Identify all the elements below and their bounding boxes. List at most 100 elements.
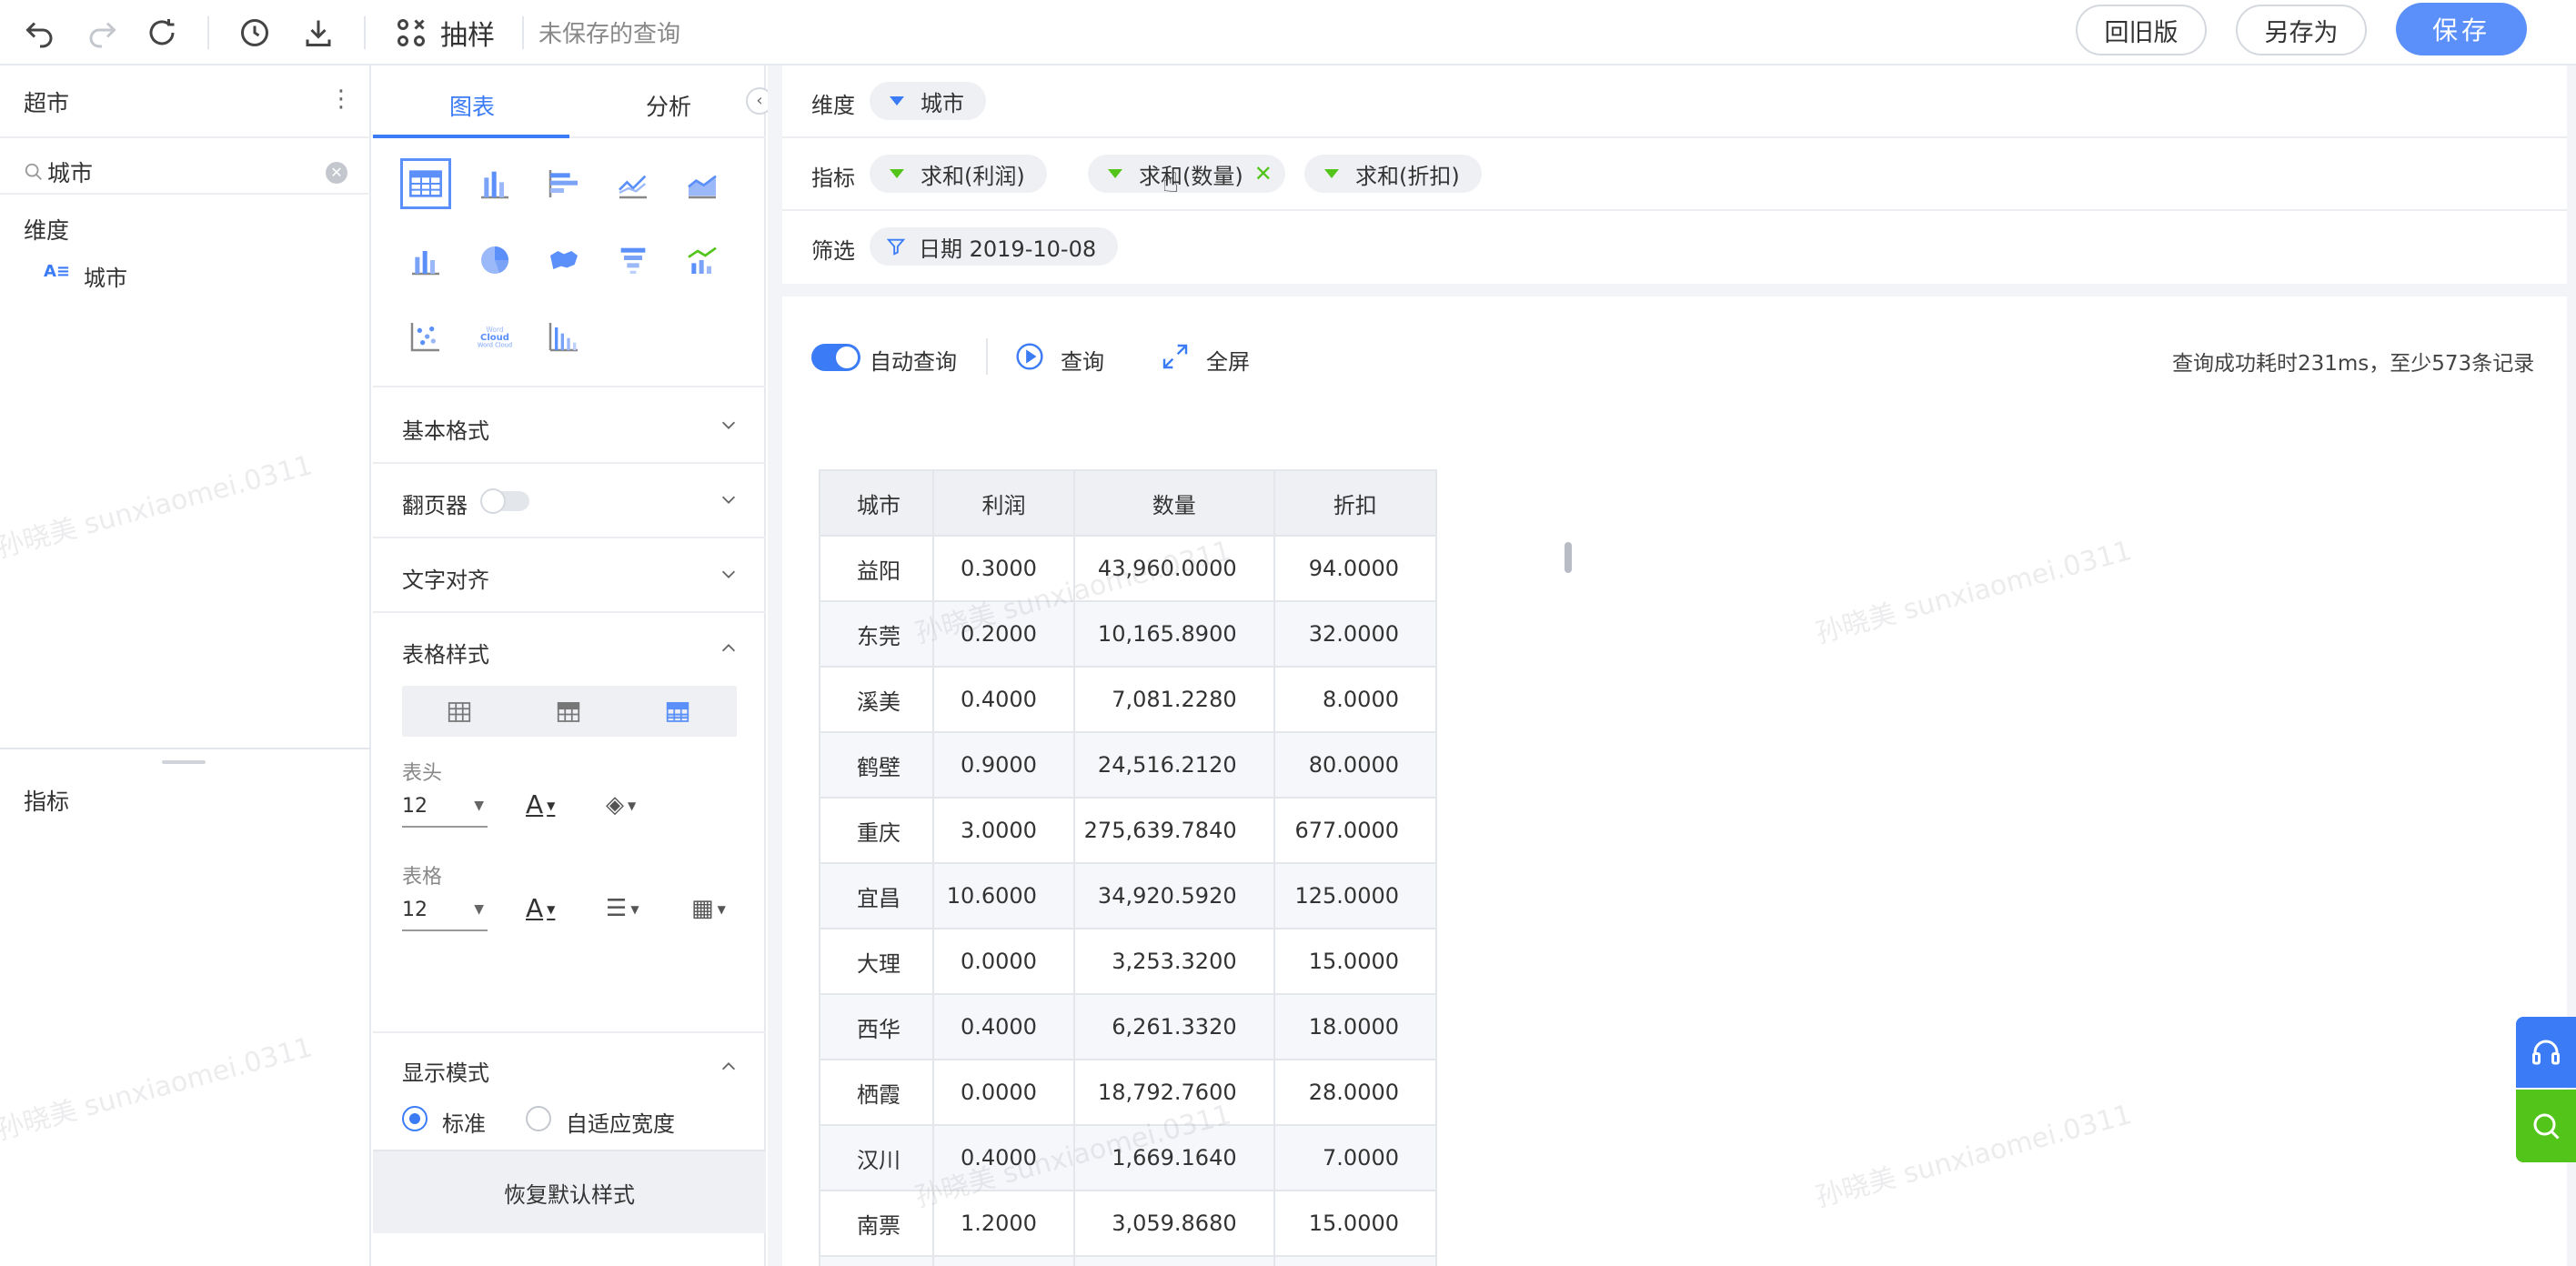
header-font-size-select[interactable]: 12 ▼ [402, 795, 488, 828]
text-align-section[interactable]: 文字对齐 [373, 537, 766, 611]
search-input[interactable] [47, 156, 311, 187]
chevron-down-icon [721, 496, 736, 504]
column-header[interactable]: 折扣 [1273, 469, 1437, 537]
column-header[interactable]: 城市 [819, 469, 935, 537]
fullscreen-button[interactable]: 全屏 [1206, 344, 1250, 376]
table-row: 鹤壁 0.9000 24,516.2120 80.0000 [819, 731, 1437, 799]
chart-map-icon[interactable] [538, 235, 589, 286]
table-row: 溪美 0.4000 7,081.2280 8.0000 [819, 666, 1437, 733]
table-cell: 7.0000 [1273, 1124, 1437, 1191]
mode-adaptive-radio[interactable] [526, 1106, 551, 1131]
dimension-pill[interactable]: 城市 [870, 82, 986, 120]
chevron-down-icon [721, 570, 736, 578]
display-mode-label: 显示模式 [402, 1060, 489, 1086]
chart-line-icon[interactable] [608, 158, 659, 209]
grid-font-size-select[interactable]: 12 ▼ [402, 899, 488, 931]
save-as-button[interactable]: 另存为 [2236, 5, 2367, 55]
grid-font-color-icon[interactable]: A ▼ [526, 893, 555, 923]
table-row: 襄城0.600014,704.634037.0000 [819, 1255, 1437, 1266]
table-cell: 重庆 [819, 797, 935, 864]
table-scrollbar[interactable] [1565, 542, 1572, 573]
table-cell: 0.0000 [932, 928, 1075, 995]
filter-pill[interactable]: 日期 2019-10-08 [870, 227, 1119, 266]
grid-border-icon[interactable]: ▦ ▼ [691, 895, 726, 922]
play-icon[interactable] [1015, 342, 1044, 371]
tab-analysis[interactable]: 分析 [646, 89, 691, 122]
basic-format-section[interactable]: 基本格式 [373, 386, 766, 462]
auto-query-toggle[interactable] [811, 344, 860, 371]
save-button[interactable]: 保存 [2396, 3, 2527, 55]
table-cell: 37.0000 [1273, 1255, 1437, 1266]
table-cell: 溪美 [819, 666, 935, 733]
table-row: 重庆 3.0000 275,639.7840 677.0000 [819, 797, 1437, 864]
table-cell: 0.6000 [932, 1255, 1075, 1266]
history-icon[interactable] [233, 11, 277, 55]
metric-pill[interactable]: 求和(数量) ✕ [1088, 155, 1285, 193]
clear-icon[interactable]: ✕ [326, 162, 347, 184]
revert-button[interactable]: 回旧版 [2076, 5, 2207, 55]
fullscreen-icon[interactable] [1161, 342, 1190, 371]
metric-shelf-label: 指标 [811, 166, 855, 191]
redo-icon[interactable] [80, 11, 124, 55]
filter-shelf-label: 筛选 [811, 238, 855, 264]
auto-query-label: 自动查询 [870, 349, 957, 375]
table-cell: 襄城 [819, 1255, 935, 1266]
query-name: 未保存的查询 [538, 21, 681, 48]
field-search[interactable]: ✕ [24, 153, 351, 193]
pager-section[interactable]: 翻页器 [373, 462, 766, 537]
chevron-up-icon[interactable] [719, 1057, 739, 1077]
reset-style-button[interactable]: 恢复默认样式 [373, 1150, 766, 1233]
more-icon[interactable]: ⋮ [329, 85, 353, 113]
chart-hbar-icon[interactable] [538, 158, 589, 209]
mode-standard-label: 标准 [442, 1111, 486, 1137]
metric-shelf: 指标 求和(利润) 求和(数量) ✕ 求和(折扣) ☝ [782, 138, 2567, 211]
tab-chart[interactable]: 图表 [449, 89, 495, 122]
chart-indicator-icon[interactable] [677, 235, 728, 286]
table-cell: 10.6000 [932, 862, 1075, 929]
pager-label: 翻页器 [402, 493, 468, 518]
table-style-striped-icon[interactable] [664, 698, 691, 726]
table-style-header-icon[interactable] [555, 698, 582, 726]
dimension-field-city[interactable]: 城市 [84, 260, 127, 292]
chart-combo-icon[interactable] [400, 235, 451, 286]
mode-standard-radio[interactable] [402, 1106, 428, 1131]
chevron-up-icon[interactable] [719, 638, 739, 658]
chart-config-panel: 图表 分析 ‹ Word Cloud Word Cloud 基本格式 翻页器 文字对… [373, 65, 773, 1266]
metric-pill[interactable]: 求和(利润) [870, 155, 1047, 193]
column-header[interactable]: 数量 [1072, 469, 1275, 537]
svg-text:Word Cloud: Word Cloud [478, 342, 512, 349]
table-cell: 西华 [819, 993, 935, 1060]
undo-icon[interactable] [18, 11, 62, 55]
table-cell: 125.0000 [1273, 862, 1437, 929]
resize-handle[interactable] [162, 760, 206, 764]
table-cell: 0.4000 [932, 1124, 1075, 1191]
table-cell: 0.9000 [932, 731, 1075, 799]
table-style-plain-icon[interactable] [446, 698, 473, 726]
caret-down-icon [890, 169, 904, 178]
table-row: 汉川 0.4000 1,669.1640 7.0000 [819, 1124, 1437, 1191]
chart-pie-icon[interactable] [469, 235, 520, 286]
download-icon[interactable] [297, 11, 340, 55]
grid-row-style-icon[interactable]: ☰ ▼ [606, 895, 639, 922]
chart-area-icon[interactable] [677, 158, 728, 209]
chart-histogram-icon[interactable] [538, 311, 589, 362]
chart-funnel-icon[interactable] [608, 235, 659, 286]
header-fill-color-icon[interactable]: ◈ ▼ [606, 791, 636, 819]
pager-toggle[interactable] [480, 488, 529, 514]
caret-down-icon [1324, 169, 1339, 178]
metric-pill[interactable]: 求和(折扣) [1304, 155, 1482, 193]
search-float-button[interactable] [2516, 1090, 2576, 1162]
column-header[interactable]: 利润 [932, 469, 1075, 537]
chart-wordcloud-icon[interactable]: Word Cloud Word Cloud [469, 311, 520, 362]
run-query-button[interactable]: 查询 [1061, 344, 1104, 376]
remove-icon[interactable]: ✕ [1254, 161, 1273, 186]
chart-table-icon[interactable] [400, 158, 451, 209]
refresh-icon[interactable] [140, 11, 184, 55]
table-row: 南票 1.2000 3,059.8680 15.0000 [819, 1190, 1437, 1257]
table-cell: 南票 [819, 1190, 935, 1257]
chart-scatter-icon[interactable] [400, 311, 451, 362]
header-font-color-icon[interactable]: A ▼ [526, 789, 555, 819]
result-table: 城市 利润 数量 折扣 益阳 0.3000 43,960.0000 94.0000 东莞 0.2… [819, 469, 1437, 1266]
support-button[interactable] [2516, 1017, 2576, 1088]
chart-bar-icon[interactable] [469, 158, 520, 209]
